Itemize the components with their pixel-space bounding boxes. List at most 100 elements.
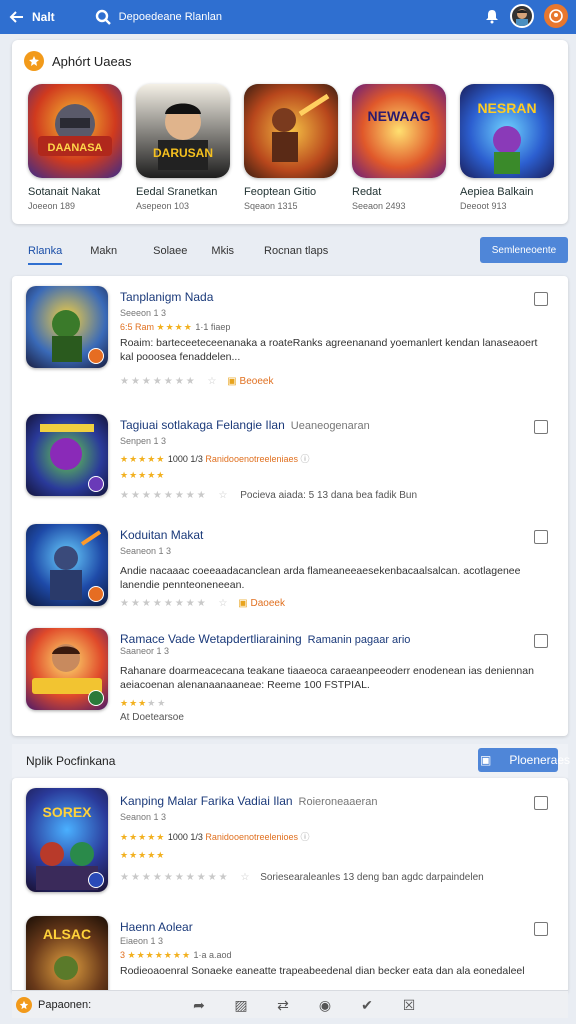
shuffle-icon[interactable]: ⇄ — [272, 995, 294, 1015]
featured-item[interactable]: DAANASA Sotanait Nakat Joeeon 189 — [28, 84, 126, 211]
favorite-star-icon[interactable]: ☆ — [219, 598, 230, 609]
featured-item-sub: Sqeaon 1315 — [244, 201, 298, 211]
featured-item-name: Sotanait Nakat — [28, 186, 101, 198]
platform-badge-icon — [88, 690, 104, 706]
featured-item-name: Eedal Sranetkan — [136, 186, 218, 198]
select-checkbox[interactable] — [534, 634, 548, 648]
featured-item-sub: Seeaon 2493 — [352, 201, 406, 211]
game-art-text: DAANASA — [47, 142, 103, 154]
game-thumbnail — [26, 524, 108, 606]
tab-rlanka[interactable]: Rlanka — [28, 239, 63, 265]
platform-badge-icon — [88, 872, 104, 888]
game-list: Tanplanigm Nada Seeeon 1 3 6:5 Ram ★★★★ … — [12, 276, 568, 736]
platform-badge-icon — [88, 586, 104, 602]
featured-item[interactable]: DARUSAN Eedal Sranetkan Asepeon 103 — [136, 84, 234, 211]
notification-bell-icon[interactable] — [484, 8, 500, 24]
star-rating-icon: ★★★★★ — [120, 470, 166, 480]
tag-icon: ▣ — [238, 598, 248, 609]
tab-rocnan-tlaps[interactable]: Rocnan tlaps — [264, 239, 328, 263]
select-checkbox[interactable] — [534, 530, 548, 544]
rate-stars-icon[interactable]: ★★★★★★★★ — [120, 490, 208, 501]
game-title: Ramace Vade Wetapdertliaraining Ramanin p… — [120, 632, 411, 646]
tab-mkis[interactable]: Mkis — [211, 239, 234, 263]
game-thumbnail — [26, 414, 108, 496]
game-icon-image: DAANASA — [28, 84, 122, 178]
game-art-text: DARUSAN — [153, 146, 213, 160]
featured-item-sub: Asepeon 103 — [136, 201, 190, 211]
featured-item[interactable]: NEWAAG Redat Seeaon 2493 — [352, 84, 450, 211]
search-button[interactable] — [93, 7, 113, 27]
tab-makn[interactable]: Makn — [90, 239, 117, 263]
favorite-star-icon[interactable]: ☆ — [240, 872, 251, 883]
tab-solaee[interactable]: Solaee — [153, 239, 187, 263]
rating-stars-secondary: ★★★★★ — [120, 470, 165, 481]
game-description: Roaim: barteceeteceenanaka a roateRanks … — [120, 337, 538, 363]
chart-icon[interactable]: ▨ — [230, 995, 252, 1015]
select-checkbox[interactable] — [534, 796, 548, 810]
game-icon-image: NEWAAG — [352, 84, 446, 178]
share-icon[interactable]: ➦ — [188, 995, 210, 1015]
arrow-left-icon — [9, 11, 23, 23]
platform-badge-icon — [88, 476, 104, 492]
app-logo-icon — [16, 996, 32, 1013]
featured-item[interactable]: NESRAN Aepiea Balkain Deeoot 913 — [460, 84, 558, 211]
section-action-button[interactable]: ▣ Ploeneraes — [478, 748, 570, 772]
footer-tag[interactable]: Daoeek — [250, 598, 284, 609]
footer-text: Soriesearaleanles 13 deng ban agdc darpa… — [260, 872, 484, 883]
user-avatar[interactable] — [510, 4, 534, 28]
bottom-toolbar: Papaonen: ➦ ▨ ⇄ ◉ ✔ ☒ — [12, 990, 568, 1018]
search-icon — [95, 9, 111, 25]
tabs-action-button[interactable]: Semleneoente — [480, 237, 568, 263]
info-icon[interactable]: ⓘ — [301, 454, 310, 464]
top-app-bar: Nalt Depoedeane Rlanlan — [0, 0, 576, 34]
footer-tag[interactable]: Beoeek — [240, 376, 274, 387]
featured-title: Aphórt Uaeas — [52, 53, 132, 69]
game-thumbnail: SOREX — [26, 788, 108, 892]
section-title: Nplik Pocfinkana — [26, 754, 116, 768]
game-thumbnail — [26, 628, 108, 710]
star-rating-icon: ★★★★★ — [120, 850, 166, 860]
close-icon[interactable]: ☒ — [398, 995, 420, 1015]
rate-row: ★★★★★★★★★★ ☆ Soriesearaleanles 13 deng b… — [120, 872, 484, 883]
info-icon[interactable]: ⓘ — [301, 832, 310, 842]
game-subtitle: Saaneor 1 3 — [120, 646, 170, 656]
search-query-text[interactable]: Depoedeane Rlanlan — [119, 11, 222, 23]
settings-icon[interactable]: ◉ — [314, 995, 336, 1015]
category-tabs: Rlanka Makn Solaee Mkis Rocnan tlaps Sem… — [12, 234, 568, 268]
featured-item[interactable]: Feoptean Gitio Sqeaon 1315 — [244, 84, 342, 211]
bottom-label: Papaonen: — [38, 998, 92, 1011]
featured-star-icon — [24, 51, 44, 71]
star-rating-icon: ★★★ — [120, 698, 148, 708]
star-rating-icon: ★★★★★★★ — [127, 950, 192, 960]
rating-row: ★★★★★ — [120, 698, 168, 708]
featured-item-sub: Deeoot 913 — [460, 201, 507, 211]
featured-games-card: Aphórt Uaeas DAANASA Sotanait Nakat Joee… — [12, 40, 568, 224]
game-art-text: SOREX — [42, 804, 92, 820]
game-art-text: ALSAC — [42, 926, 92, 942]
footer-text: Pocieva aiada: 5 13 dana bea fadik Bun — [240, 490, 418, 501]
rate-stars-icon[interactable]: ★★★★★★★ — [120, 376, 197, 387]
rate-stars-icon[interactable]: ★★★★★★★★★★ — [120, 872, 230, 883]
back-button[interactable] — [4, 0, 30, 34]
game-list-secondary: SOREX Kanping Malar Farika Vadiai Ilan Ro… — [12, 778, 568, 993]
featured-item-name: Aepiea Balkain — [460, 186, 534, 198]
check-icon[interactable]: ✔ — [356, 995, 378, 1015]
game-title: Haenn Aolear — [120, 920, 193, 934]
favorite-star-icon[interactable]: ☆ — [208, 376, 219, 387]
featured-item-name: Feoptean Gitio — [244, 186, 317, 198]
game-description: Andie nacaaac coeeaadacanclean arda flam… — [120, 565, 521, 591]
rate-stars-icon[interactable]: ★★★★★★★★ — [120, 598, 208, 609]
game-title: Kanping Malar Farika Vadiai Ilan Roierone… — [120, 794, 378, 808]
game-subtitle: Seeeon 1 3 — [120, 308, 167, 318]
featured-item-sub: Joeeon 189 — [28, 201, 76, 211]
game-icon-image — [244, 84, 338, 178]
favorite-star-icon[interactable]: ☆ — [219, 490, 230, 501]
select-checkbox[interactable] — [534, 292, 548, 306]
select-checkbox[interactable] — [534, 420, 548, 434]
profile-badge-icon[interactable] — [544, 4, 568, 28]
section-header: Nplik Pocfinkana ▣ Ploeneraes — [12, 744, 570, 778]
rate-row: ★★★★★★★ ☆ ▣ Beoeek — [120, 376, 273, 387]
game-subtitle: Eiaeon 1 3 — [120, 936, 164, 946]
game-icon-image: DARUSAN — [136, 84, 230, 178]
select-checkbox[interactable] — [534, 922, 548, 936]
